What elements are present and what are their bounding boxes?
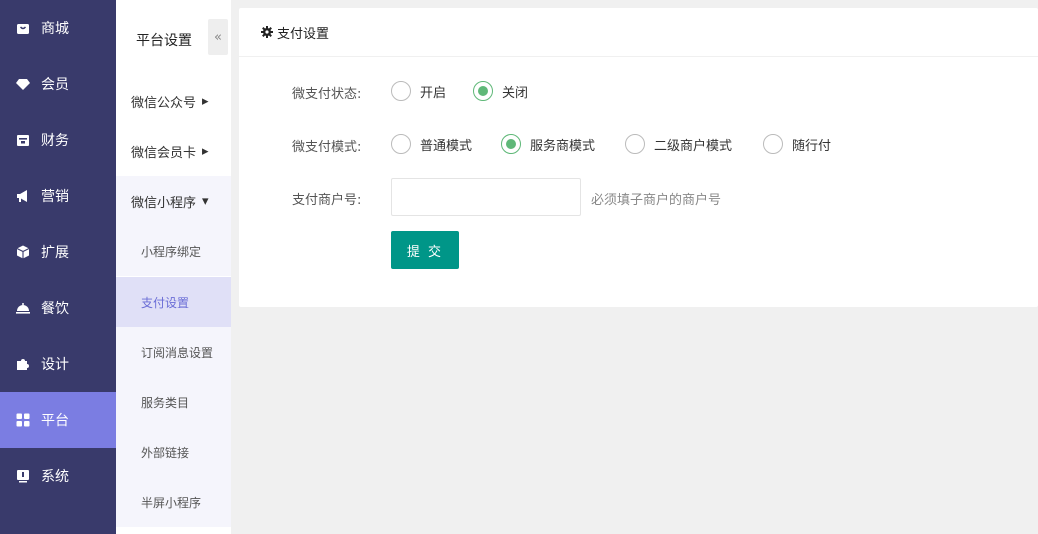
radio-circle — [763, 134, 783, 154]
collapse-subnav-button[interactable]: « — [208, 19, 228, 55]
radio-circle — [625, 134, 645, 154]
caret-down-icon: ▾ — [202, 193, 209, 209]
radio-circle — [391, 134, 411, 154]
sidebar-item-platform[interactable]: 平台 — [0, 392, 116, 448]
secondary-sidebar: 平台设置 微信公众号 ▸ 微信会员卡 ▸ 微信小程序 ▾ 小程序绑定 支付设置 … — [116, 0, 231, 534]
grid-icon — [16, 413, 30, 427]
mode-radio-normal[interactable]: 普通模式 — [391, 134, 472, 154]
submit-button[interactable]: 提 交 — [391, 231, 459, 269]
card-title: 支付设置 — [277, 26, 330, 42]
status-radio-on[interactable]: 开启 — [391, 81, 446, 101]
subnav-group-wechat-miniprogram[interactable]: 微信小程序 ▾ — [116, 176, 231, 226]
sidebar-item-label: 财务 — [41, 133, 69, 149]
caret-right-icon: ▸ — [202, 143, 209, 159]
mode-radio-sub-merchant[interactable]: 二级商户模式 — [625, 134, 732, 154]
shop-bag-icon — [16, 21, 30, 35]
subnav-item-subscribe-message[interactable]: 订阅消息设置 — [116, 327, 231, 377]
subnav-group-wechat-official[interactable]: 微信公众号 ▸ — [116, 76, 231, 126]
sidebar-item-design[interactable]: 设计 — [0, 336, 116, 392]
sidebar-item-label: 餐饮 — [41, 301, 69, 317]
pay-status-label: 微支付状态: — [292, 87, 362, 102]
radio-circle — [473, 81, 493, 101]
subnav-group-label: 微信公众号 — [131, 95, 197, 111]
caret-right-icon: ▸ — [202, 93, 209, 109]
merchant-id-label: 支付商户号: — [292, 193, 362, 208]
sidebar-item-label: 营销 — [41, 189, 69, 205]
subnav-item-label: 半屏小程序 — [141, 495, 202, 510]
subnav-group-label: 微信会员卡 — [131, 145, 197, 161]
subnav-group-label: 微信小程序 — [131, 195, 197, 211]
sidebar-item-marketing[interactable]: 营销 — [0, 168, 116, 224]
sidebar-item-catering[interactable]: 餐饮 — [0, 280, 116, 336]
subnav-item-label: 服务类目 — [141, 395, 190, 410]
cloche-icon — [16, 301, 30, 315]
subnav-item-miniprogram-bind[interactable]: 小程序绑定 — [116, 226, 231, 276]
subnav-item-half-screen[interactable]: 半屏小程序 — [116, 477, 231, 527]
subnav-item-label: 支付设置 — [141, 295, 190, 310]
radio-label: 随行付 — [792, 138, 832, 154]
monitor-icon — [16, 469, 30, 483]
subnav-item-service-category[interactable]: 服务类目 — [116, 377, 231, 427]
mode-radio-service-provider[interactable]: 服务商模式 — [501, 134, 595, 154]
primary-sidebar: 商城 会员 财务 营销 扩展 餐饮 设计 平台 系统 — [0, 0, 116, 534]
card-header: 支付设置 — [239, 8, 1038, 57]
radio-label: 关闭 — [502, 85, 529, 101]
radio-circle — [391, 81, 411, 101]
subnav-item-external-link[interactable]: 外部链接 — [116, 427, 231, 477]
sidebar-item-label: 平台 — [41, 413, 69, 429]
sidebar-item-extension[interactable]: 扩展 — [0, 224, 116, 280]
gear-icon — [261, 26, 273, 38]
sidebar-item-system[interactable]: 系统 — [0, 448, 116, 504]
sidebar-item-label: 商城 — [41, 21, 69, 37]
merchant-id-input[interactable] — [391, 178, 581, 216]
subnav-item-payment-settings[interactable]: 支付设置 — [116, 277, 231, 327]
double-chevron-left-icon: « — [214, 29, 222, 45]
wallet-icon — [16, 133, 30, 147]
sidebar-item-label: 会员 — [41, 77, 69, 93]
subnav-item-label: 外部链接 — [141, 445, 190, 460]
radio-circle — [501, 134, 521, 154]
radio-label: 二级商户模式 — [654, 138, 733, 154]
sidebar-item-label: 系统 — [41, 469, 69, 485]
status-radio-off[interactable]: 关闭 — [473, 81, 528, 101]
mode-radio-suixingfu[interactable]: 随行付 — [763, 134, 831, 154]
puzzle-icon — [16, 357, 30, 371]
sidebar-item-finance[interactable]: 财务 — [0, 112, 116, 168]
subnav-title: 平台设置 — [136, 33, 192, 49]
radio-label: 普通模式 — [420, 138, 473, 154]
radio-label: 服务商模式 — [530, 138, 596, 154]
sidebar-item-label: 设计 — [41, 357, 69, 373]
sidebar-item-shop[interactable]: 商城 — [0, 0, 116, 56]
cube-icon — [16, 245, 30, 259]
subnav-item-label: 小程序绑定 — [141, 244, 202, 259]
payment-settings-card: 支付设置 微支付状态: 开启 关闭 微支付模式: 普通模式 服务商模式 二级商户… — [239, 8, 1038, 307]
sidebar-item-label: 扩展 — [41, 245, 69, 261]
pay-mode-label: 微支付模式: — [292, 140, 362, 155]
merchant-id-hint: 必须填子商户的商户号 — [591, 193, 722, 208]
megaphone-icon — [16, 189, 30, 203]
subnav-item-label: 订阅消息设置 — [141, 345, 214, 360]
subnav-group-wechat-card[interactable]: 微信会员卡 ▸ — [116, 126, 231, 176]
diamond-icon — [16, 77, 30, 91]
sidebar-item-member[interactable]: 会员 — [0, 56, 116, 112]
radio-label: 开启 — [420, 85, 447, 101]
